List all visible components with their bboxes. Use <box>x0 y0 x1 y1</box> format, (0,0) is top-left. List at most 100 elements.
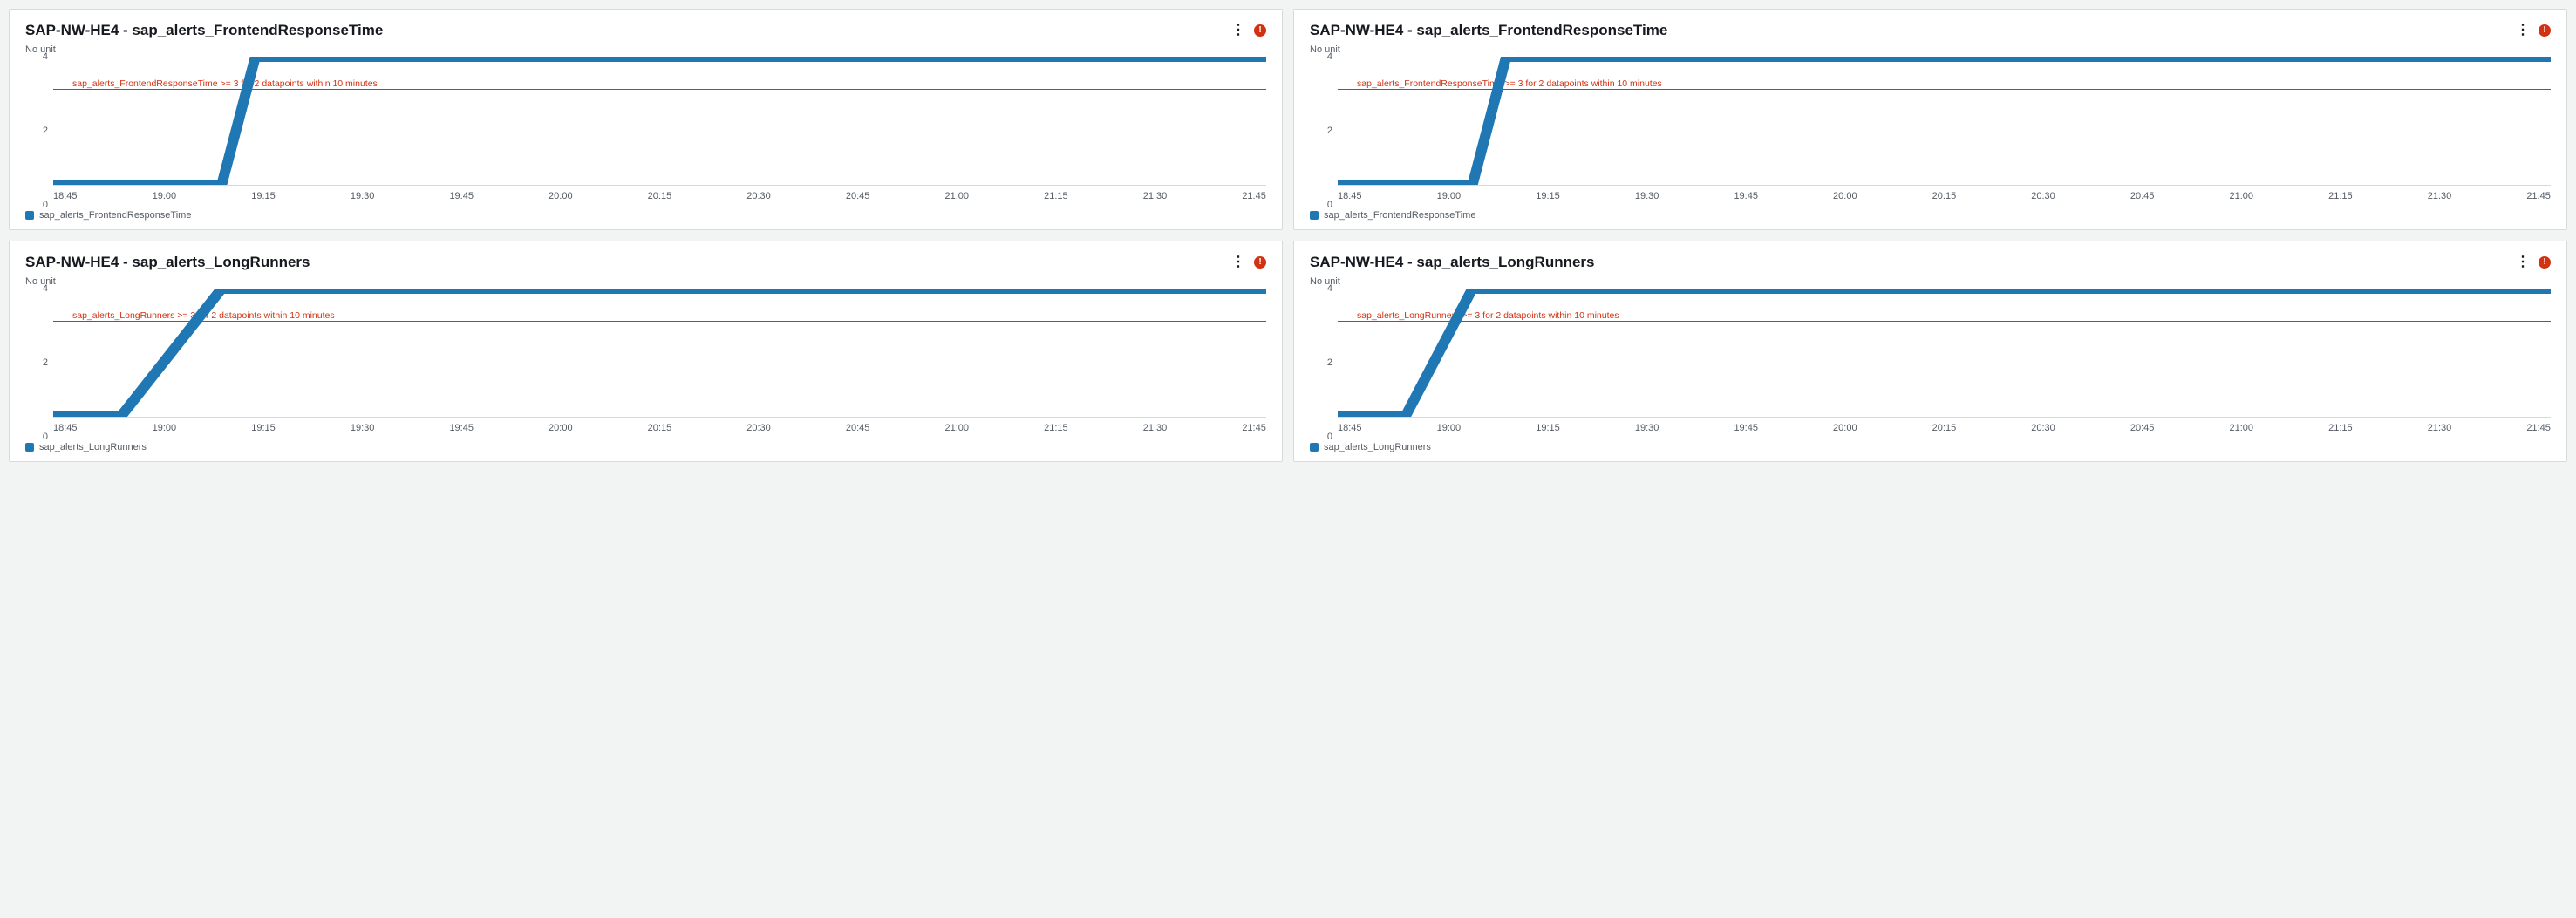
legend: sap_alerts_FrontendResponseTime <box>25 210 1266 221</box>
x-tick: 20:30 <box>2031 191 2055 205</box>
legend: sap_alerts_FrontendResponseTime <box>1310 210 2551 221</box>
panel-title: SAP-NW-HE4 - sap_alerts_FrontendResponse… <box>25 22 383 39</box>
chart-panel: SAP-NW-HE4 - sap_alerts_LongRunners ⋮! No … <box>1293 241 2567 462</box>
panel-icon-group: ⋮! <box>1231 24 1266 37</box>
x-tick: 20:45 <box>846 191 870 205</box>
data-line <box>53 289 1266 417</box>
x-tick: 21:45 <box>1242 191 1266 205</box>
data-line <box>1338 289 2551 417</box>
chart-panel: SAP-NW-HE4 - sap_alerts_LongRunners ⋮! No … <box>9 241 1283 462</box>
chart-panel: SAP-NW-HE4 - sap_alerts_FrontendResponse… <box>9 9 1283 230</box>
panel-header: SAP-NW-HE4 - sap_alerts_FrontendResponse… <box>1310 22 2551 39</box>
chart-area: 420sap_alerts_LongRunners >= 3 for 2 dat… <box>1310 289 2551 437</box>
x-tick: 19:15 <box>1536 191 1560 205</box>
x-tick: 19:00 <box>1437 423 1462 437</box>
x-tick: 20:45 <box>846 423 870 437</box>
plot: sap_alerts_LongRunners >= 3 for 2 datapo… <box>1338 289 2551 418</box>
chart-area: 420sap_alerts_FrontendResponseTime >= 3 … <box>25 57 1266 205</box>
x-tick: 20:00 <box>1833 191 1857 205</box>
plot-wrap: sap_alerts_FrontendResponseTime >= 3 for… <box>1338 57 2551 205</box>
panel-title: SAP-NW-HE4 - sap_alerts_LongRunners <box>25 254 310 271</box>
legend-swatch-icon <box>25 211 34 220</box>
x-tick: 20:15 <box>1932 423 1957 437</box>
legend-label: sap_alerts_FrontendResponseTime <box>39 210 191 221</box>
legend-swatch-icon <box>1310 443 1319 452</box>
y-axis: 420 <box>25 289 53 437</box>
x-tick: 20:30 <box>746 423 771 437</box>
x-tick: 20:15 <box>1932 191 1957 205</box>
chart-panel: SAP-NW-HE4 - sap_alerts_FrontendResponse… <box>1293 9 2567 230</box>
x-tick: 20:15 <box>648 423 672 437</box>
chart-area: 420sap_alerts_FrontendResponseTime >= 3 … <box>1310 57 2551 205</box>
kebab-menu-icon[interactable]: ⋮ <box>2516 24 2530 37</box>
x-tick: 21:00 <box>944 423 969 437</box>
x-axis: 18:4519:0019:1519:3019:4520:0020:1520:30… <box>53 418 1266 437</box>
x-tick: 19:30 <box>1635 423 1659 437</box>
kebab-menu-icon[interactable]: ⋮ <box>2516 255 2530 269</box>
x-tick: 21:45 <box>2526 423 2551 437</box>
chart-area: 420sap_alerts_LongRunners >= 3 for 2 dat… <box>25 289 1266 437</box>
plot-wrap: sap_alerts_LongRunners >= 3 for 2 datapo… <box>53 289 1266 437</box>
panel-icon-group: ⋮! <box>1231 255 1266 269</box>
x-tick: 21:15 <box>1044 423 1068 437</box>
x-tick: 20:45 <box>2130 423 2155 437</box>
line-series-svg <box>53 289 1266 417</box>
legend-label: sap_alerts_LongRunners <box>1324 442 1431 452</box>
x-tick: 21:30 <box>2428 423 2452 437</box>
legend-swatch-icon <box>1310 211 1319 220</box>
x-tick: 21:30 <box>1143 191 1168 205</box>
legend-swatch-icon <box>25 443 34 452</box>
x-tick: 19:30 <box>351 423 375 437</box>
x-tick: 21:45 <box>1242 423 1266 437</box>
legend-label: sap_alerts_FrontendResponseTime <box>1324 210 1475 221</box>
x-tick: 21:30 <box>1143 423 1168 437</box>
x-tick: 19:00 <box>1437 191 1462 205</box>
plot: sap_alerts_LongRunners >= 3 for 2 datapo… <box>53 289 1266 418</box>
kebab-menu-icon[interactable]: ⋮ <box>1231 24 1245 37</box>
legend-label: sap_alerts_LongRunners <box>39 442 147 452</box>
x-tick: 20:30 <box>746 191 771 205</box>
x-tick: 20:30 <box>2031 423 2055 437</box>
x-tick: 20:00 <box>1833 423 1857 437</box>
alert-status-icon[interactable]: ! <box>2539 24 2551 37</box>
x-axis: 18:4519:0019:1519:3019:4520:0020:1520:30… <box>53 186 1266 205</box>
x-tick: 19:30 <box>1635 191 1659 205</box>
panel-icon-group: ⋮! <box>2516 24 2551 37</box>
y-axis: 420 <box>25 57 53 205</box>
panel-title: SAP-NW-HE4 - sap_alerts_FrontendResponse… <box>1310 22 1667 39</box>
x-tick: 19:30 <box>351 191 375 205</box>
x-tick: 18:45 <box>53 423 78 437</box>
alert-status-icon[interactable]: ! <box>2539 256 2551 269</box>
x-tick: 21:45 <box>2526 191 2551 205</box>
alert-status-icon[interactable]: ! <box>1254 256 1266 269</box>
panel-header: SAP-NW-HE4 - sap_alerts_FrontendResponse… <box>25 22 1266 39</box>
y-axis: 420 <box>1310 57 1338 205</box>
x-tick: 21:15 <box>2328 423 2353 437</box>
y-axis-unit: No unit <box>1310 276 2551 287</box>
y-axis-unit: No unit <box>1310 44 2551 55</box>
x-tick: 19:15 <box>251 191 276 205</box>
y-axis-unit: No unit <box>25 276 1266 287</box>
x-tick: 19:15 <box>1536 423 1560 437</box>
x-tick: 21:30 <box>2428 191 2452 205</box>
plot: sap_alerts_FrontendResponseTime >= 3 for… <box>1338 57 2551 186</box>
panel-icon-group: ⋮! <box>2516 255 2551 269</box>
line-series-svg <box>53 57 1266 185</box>
alert-status-icon[interactable]: ! <box>1254 24 1266 37</box>
x-tick: 20:45 <box>2130 191 2155 205</box>
kebab-menu-icon[interactable]: ⋮ <box>1231 255 1245 269</box>
line-series-svg <box>1338 57 2551 185</box>
plot-wrap: sap_alerts_FrontendResponseTime >= 3 for… <box>53 57 1266 205</box>
panel-header: SAP-NW-HE4 - sap_alerts_LongRunners ⋮! <box>1310 254 2551 271</box>
x-tick: 21:15 <box>2328 191 2353 205</box>
legend: sap_alerts_LongRunners <box>25 442 1266 452</box>
x-tick: 21:00 <box>2229 423 2253 437</box>
x-tick: 20:15 <box>648 191 672 205</box>
x-tick: 20:00 <box>549 191 573 205</box>
x-tick: 18:45 <box>1338 423 1362 437</box>
x-tick: 21:15 <box>1044 191 1068 205</box>
data-line <box>53 57 1266 185</box>
plot: sap_alerts_FrontendResponseTime >= 3 for… <box>53 57 1266 186</box>
x-tick: 21:00 <box>944 191 969 205</box>
panel-title: SAP-NW-HE4 - sap_alerts_LongRunners <box>1310 254 1595 271</box>
